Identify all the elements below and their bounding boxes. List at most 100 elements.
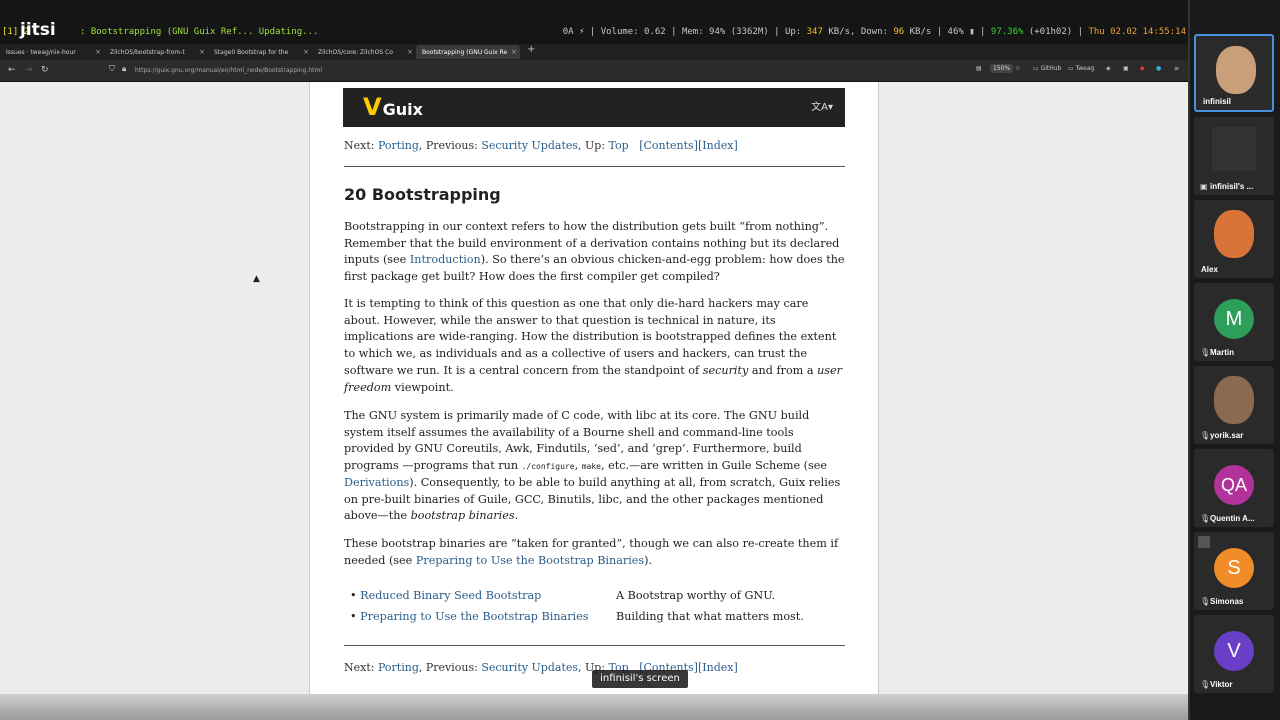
close-icon[interactable]: × <box>303 48 309 56</box>
shield-icon[interactable]: ⛉ <box>109 64 115 74</box>
derivations-link[interactable]: Derivations <box>344 476 409 489</box>
up-link[interactable]: Top <box>609 139 629 152</box>
bullet: • <box>350 589 357 602</box>
participant-tile-alex[interactable]: Alex <box>1194 200 1274 278</box>
participant-name: Alex <box>1201 265 1218 274</box>
nav-breadcrumb-top: Next: Porting, Previous: Security Update… <box>344 139 738 152</box>
guix-header: V Guix 文A▾ <box>343 88 845 127</box>
participant-tile-quentin[interactable]: QA 🎙︎ Quentin A... <box>1194 449 1274 527</box>
tab-issues[interactable]: Issues · tweag/nix-hour × <box>0 45 104 59</box>
close-icon[interactable]: × <box>199 48 205 56</box>
bookmark-tweag-label: Tweag <box>1075 65 1095 72</box>
up-label: , Up: <box>578 139 609 152</box>
participant-video <box>1214 376 1254 424</box>
mic-muted-icon: 🎙︎ <box>1200 514 1211 523</box>
menu-link-reduced-binary-seed[interactable]: Reduced Binary Seed Bootstrap <box>360 589 541 602</box>
avatar: QA <box>1214 465 1254 505</box>
url-text[interactable]: https://guix.gnu.org/manual/en/html_node… <box>135 67 322 74</box>
code-make: make <box>581 462 601 472</box>
paragraph-text: . <box>514 509 519 523</box>
menu-icon[interactable]: ≡ <box>1174 65 1179 72</box>
zoom-level[interactable]: 150% <box>990 64 1014 73</box>
participant-tile-martin[interactable]: M 🎙︎ Martin <box>1194 283 1274 361</box>
bookmark-github-label: GitHub <box>1040 65 1062 72</box>
download-unit: KB/s | <box>909 27 943 37</box>
mic-muted-icon: 🎙︎ <box>1200 348 1211 357</box>
next-link[interactable]: Porting <box>378 661 419 674</box>
tab-zilchos-core[interactable]: ZilchOS/core: ZilchOS Co × <box>312 45 416 59</box>
introduction-link[interactable]: Introduction <box>410 253 481 266</box>
avatar: V <box>1214 631 1254 671</box>
divider <box>344 645 845 646</box>
participant-tile-screen[interactable]: ▣ infinisil's ... <box>1194 117 1274 195</box>
participant-tile-viktor[interactable]: V 🎙︎ Viktor <box>1194 615 1274 693</box>
previous-link[interactable]: Security Updates <box>481 139 578 152</box>
jitsi-logo: jitsi <box>20 20 56 40</box>
bookmark-tweag[interactable]: ▭ Tweag <box>1068 65 1094 72</box>
avatar: M <box>1214 299 1254 339</box>
next-link[interactable]: Porting <box>378 139 419 152</box>
download-value: 96 <box>893 27 905 37</box>
back-icon[interactable]: ← <box>8 65 16 75</box>
paragraph-3: The GNU system is primarily made of C co… <box>344 408 847 525</box>
extension-icon[interactable]: ▣ <box>1123 65 1129 72</box>
participant-sidebar: infinisil ▣ infinisil's ... Alex M 🎙︎ Ma… <box>1188 0 1280 720</box>
bookmark-github[interactable]: ▭ GitHub <box>1033 65 1061 72</box>
address-bar[interactable]: ⛉ 🔒︎ https://guix.gnu.org/manual/en/html… <box>105 64 875 78</box>
participant-tile-infinisil[interactable]: infinisil <box>1194 34 1274 112</box>
memory-stat: Mem: 94% (3362M) | <box>681 27 780 37</box>
manual-page: V Guix 文A▾ Next: Porting, Previous: Secu… <box>309 82 879 694</box>
emphasis-security: security <box>702 363 749 377</box>
bullet: • <box>350 610 357 623</box>
index-link[interactable]: [Index] <box>698 661 738 674</box>
zoom-badge[interactable]: 150% <box>990 64 1014 73</box>
index-link[interactable]: [Index] <box>698 139 738 152</box>
page-viewport: V Guix 文A▾ Next: Porting, Previous: Secu… <box>0 82 1190 694</box>
contents-link[interactable]: [Contents] <box>639 139 698 152</box>
participant-name: Viktor <box>1210 680 1233 689</box>
previous-link[interactable]: Security Updates <box>481 661 578 674</box>
tab-label: Issues · tweag/nix-hour <box>6 49 76 56</box>
signal-indicator-icon <box>1198 536 1210 548</box>
volume-stat: Volume: 0.62 | <box>600 27 677 37</box>
extension-icon-2[interactable]: ● <box>1156 65 1161 72</box>
menu-entry: • Preparing to Use the Bootstrap Binarie… <box>350 610 804 623</box>
forward-icon[interactable]: → <box>25 65 33 75</box>
participant-name: Quentin A... <box>1210 514 1255 523</box>
divider <box>344 166 845 167</box>
screen-thumbnail <box>1212 127 1256 171</box>
close-icon[interactable]: × <box>407 48 413 56</box>
bookmark-star-icon[interactable]: ☆ <box>1015 65 1020 72</box>
language-icon[interactable]: 文A▾ <box>811 98 833 113</box>
participant-name: infinisil <box>1203 97 1231 106</box>
bottom-strip <box>0 694 1190 720</box>
participant-name: Simonas <box>1210 597 1244 606</box>
preparing-binaries-link[interactable]: Preparing to Use the Bootstrap Binaries <box>416 554 644 567</box>
lock-icon[interactable]: 🔒︎ <box>122 64 126 74</box>
download-label: Down: <box>860 27 888 37</box>
menu-entry: • Reduced Binary Seed Bootstrap A Bootst… <box>350 589 775 602</box>
tab-stage0[interactable]: Stage0 Bootstrap for the × <box>208 45 312 59</box>
pocket-icon[interactable]: ◈ <box>1106 65 1111 72</box>
ublock-icon[interactable]: ◆ <box>1140 65 1145 72</box>
participant-tile-yorik[interactable]: 🎙︎ yorik.sar <box>1194 366 1274 444</box>
new-tab-button[interactable]: + <box>527 44 535 55</box>
reader-view-icon[interactable]: ▤ <box>976 65 982 72</box>
chapter-title: 20 Bootstrapping <box>344 185 501 204</box>
close-icon[interactable]: × <box>95 48 101 56</box>
tab-bootstrapping[interactable]: Bootstrapping (GNU Guix Re × <box>416 45 520 59</box>
close-icon[interactable]: × <box>511 48 517 56</box>
tab-zilchos-bootstrap[interactable]: ZilchOS/bootstrap-from-t × <box>104 45 208 59</box>
reload-icon[interactable]: ↻ <box>41 65 49 75</box>
next-label: Next: <box>344 139 378 152</box>
paragraph-2: It is tempting to think of this question… <box>344 296 847 396</box>
next-label: Next: <box>344 661 378 674</box>
menu-description: Building that what matters most. <box>616 610 804 623</box>
brightness-stat: 46% ▮ | <box>947 27 986 37</box>
paragraph-text: ). <box>644 553 653 567</box>
menu-link-preparing-binaries[interactable]: Preparing to Use the Bootstrap Binaries <box>360 610 588 623</box>
guix-logo[interactable]: V Guix <box>363 92 423 122</box>
guix-logo-mark: V <box>363 93 382 121</box>
emphasis-bootstrap-binaries: bootstrap binaries <box>410 509 515 523</box>
participant-tile-simonas[interactable]: S 🎙︎ Simonas <box>1194 532 1274 610</box>
